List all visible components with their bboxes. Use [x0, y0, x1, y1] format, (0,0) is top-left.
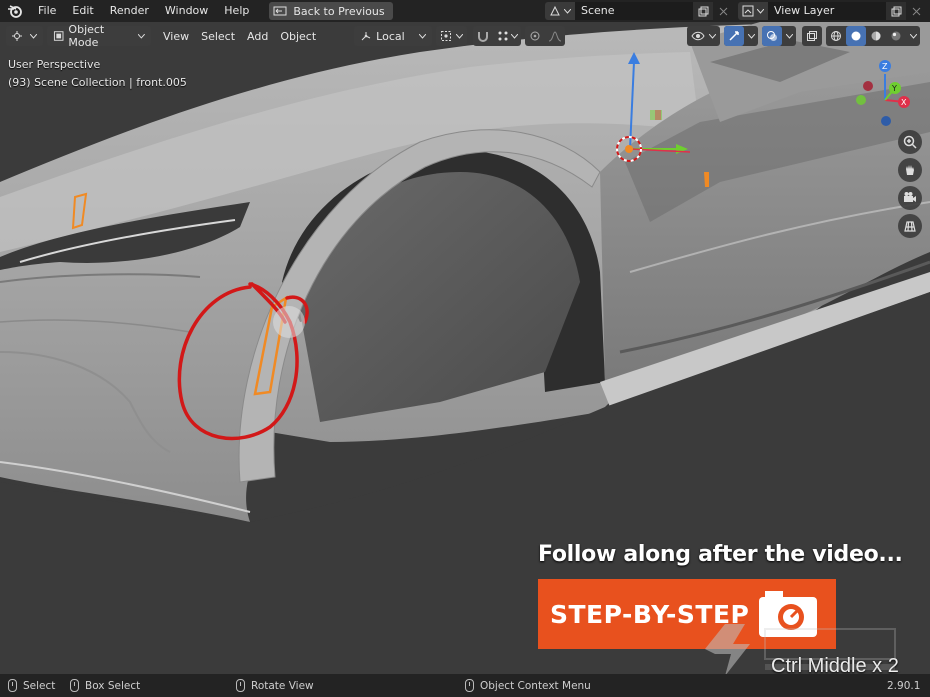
- menu-object[interactable]: Object: [274, 30, 322, 43]
- svg-text:Z: Z: [882, 62, 888, 71]
- material-shading-icon[interactable]: [866, 26, 886, 46]
- right-mouse-icon: [465, 679, 474, 692]
- solid-shading-icon[interactable]: [846, 26, 867, 46]
- pivot-point-dropdown[interactable]: [436, 26, 468, 46]
- status-rotate-view: Rotate View: [236, 679, 314, 692]
- snap-target-icon[interactable]: [493, 26, 521, 46]
- proportional-edit-group: [525, 26, 566, 46]
- menu-select[interactable]: Select: [195, 30, 241, 43]
- status-bar: Select Box Select Rotate View Object Con…: [0, 674, 930, 697]
- left-mouse-icon: [8, 679, 17, 692]
- viewport-icon: [12, 31, 22, 41]
- visibility-dropdown[interactable]: [687, 26, 721, 46]
- xray-toggle-icon[interactable]: [802, 26, 822, 46]
- mode-dropdown[interactable]: Object Mode: [47, 23, 151, 49]
- copy-view-layer-icon[interactable]: [886, 2, 906, 20]
- mode-label: Object Mode: [68, 23, 105, 49]
- pan-hand-icon[interactable]: [898, 158, 922, 182]
- overlay-group: [762, 26, 797, 46]
- svg-text:X: X: [901, 98, 907, 107]
- close-view-layer-icon[interactable]: [906, 2, 926, 20]
- middle-mouse-icon: [236, 679, 245, 692]
- wireframe-shading-icon[interactable]: [826, 26, 846, 46]
- viewport-collection-label: (93) Scene Collection | front.005: [8, 76, 187, 89]
- status-context-menu-label: Object Context Menu: [480, 679, 591, 692]
- scene-icon[interactable]: [545, 2, 575, 20]
- xray-group: [802, 26, 823, 46]
- blender-logo-icon[interactable]: [0, 0, 30, 22]
- svg-text:Y: Y: [891, 84, 897, 93]
- status-select-label: Select: [23, 679, 56, 692]
- viewport-perspective-label: User Perspective: [8, 58, 101, 71]
- overlays-dropdown-icon[interactable]: [782, 26, 796, 46]
- version-label: 2.90.1: [887, 679, 921, 692]
- back-to-previous-button[interactable]: Back to Previous: [269, 2, 393, 20]
- car-model: Z X Y: [0, 22, 930, 674]
- shading-group: [826, 26, 921, 46]
- menu-add[interactable]: Add: [241, 30, 274, 43]
- view-layer-field[interactable]: View Layer: [768, 2, 886, 20]
- status-box-select-label: Box Select: [85, 679, 141, 692]
- camera-icon[interactable]: [898, 186, 922, 210]
- viewport-header: Object Mode View Select Add Object Local: [0, 22, 930, 50]
- falloff-icon[interactable]: [545, 26, 565, 46]
- menu-file[interactable]: File: [30, 0, 64, 22]
- menu-edit[interactable]: Edit: [64, 0, 101, 22]
- gizmo-toggle-icon[interactable]: [724, 26, 745, 46]
- view-layer-icon[interactable]: [738, 2, 768, 20]
- 3d-viewport[interactable]: Z X Y User Perspective (93) Scene Collec…: [0, 22, 930, 674]
- status-select: Select: [8, 679, 55, 692]
- menu-help[interactable]: Help: [216, 0, 257, 22]
- copy-scene-icon[interactable]: [693, 2, 713, 20]
- eye-icon: [691, 31, 705, 41]
- promo-text: Follow along after the video...: [538, 542, 903, 567]
- orientation-icon: [361, 32, 371, 41]
- scene-selector[interactable]: Scene: [545, 2, 733, 20]
- close-scene-icon[interactable]: [713, 2, 733, 20]
- orientation-label: Local: [376, 29, 405, 43]
- snap-group: [473, 26, 522, 46]
- status-box-select: Box Select: [70, 679, 140, 692]
- top-bar: File Edit Render Window Help Back to Pre…: [0, 0, 930, 22]
- zoom-icon[interactable]: [898, 130, 922, 154]
- gizmo-group: [724, 26, 759, 46]
- scene-name-field[interactable]: Scene: [575, 2, 693, 20]
- snap-magnet-icon[interactable]: [473, 26, 493, 46]
- overlays-toggle-icon[interactable]: [762, 26, 783, 46]
- back-to-previous-label: Back to Previous: [293, 4, 385, 18]
- drag-mouse-icon: [70, 679, 79, 692]
- proportional-edit-icon[interactable]: [525, 26, 545, 46]
- editor-type-button[interactable]: [6, 26, 43, 46]
- menu-render[interactable]: Render: [102, 0, 157, 22]
- grid-projection-icon[interactable]: [898, 214, 922, 238]
- rendered-shading-icon[interactable]: [886, 26, 906, 46]
- watermark-logo-icon: [705, 624, 896, 674]
- transform-orientation-dropdown[interactable]: Local: [354, 26, 433, 46]
- screen-icon: [273, 6, 287, 15]
- menu-window[interactable]: Window: [157, 0, 216, 22]
- shading-dropdown-icon[interactable]: [906, 26, 920, 46]
- pivot-icon: [441, 31, 452, 41]
- menu-view[interactable]: View: [157, 30, 195, 43]
- status-context-menu: Object Context Menu: [465, 679, 591, 692]
- object-mode-icon: [53, 31, 64, 41]
- gizmo-dropdown-icon[interactable]: [744, 26, 758, 46]
- view-layer-selector[interactable]: View Layer: [738, 2, 926, 20]
- status-rotate-view-label: Rotate View: [251, 679, 314, 692]
